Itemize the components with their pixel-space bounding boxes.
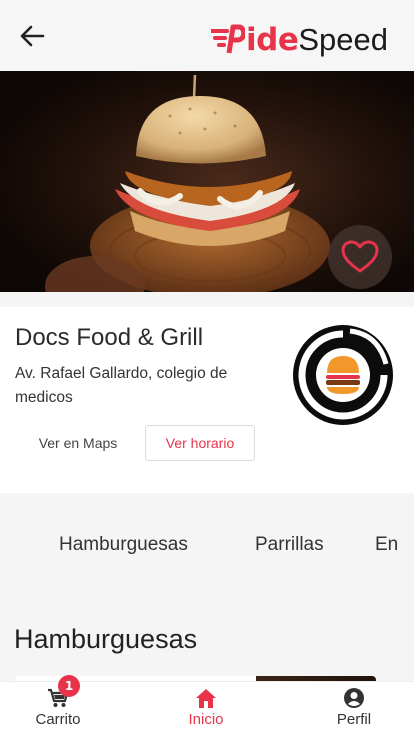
category-tab-parrillas[interactable]: Parrillas <box>255 534 324 556</box>
top-bar: ide Speed <box>0 0 414 71</box>
heart-icon <box>341 240 379 273</box>
category-tabs: Hamburguesas Parrillas En <box>0 520 414 574</box>
nav-home-label: Inicio <box>188 711 224 728</box>
bottom-navigation: Carrito 1 Inicio Perfil <box>0 675 414 739</box>
nav-profile[interactable]: Perfil <box>294 682 414 739</box>
nav-home[interactable]: Inicio <box>146 682 266 739</box>
view-maps-button[interactable]: Ver en Maps <box>20 425 136 461</box>
cart-count-badge: 1 <box>58 675 80 697</box>
brand-logo-icon <box>211 24 246 54</box>
home-icon <box>196 689 216 708</box>
back-arrow-icon <box>20 25 45 47</box>
nav-cart-label: Carrito <box>35 711 81 728</box>
restaurant-info-card: Docs Food & Grill Av. Rafael Gallardo, c… <box>0 307 414 493</box>
brand-name: Speed <box>298 22 388 57</box>
section-title: Hamburguesas <box>14 624 198 654</box>
restaurant-address: Av. Rafael Gallardo, colegio de medicos <box>15 365 228 406</box>
brand-logo: ide Speed <box>211 20 388 60</box>
nav-profile-label: Perfil <box>336 711 372 728</box>
nav-cart[interactable]: Carrito 1 <box>0 675 118 739</box>
category-tab-hamburguesas[interactable]: Hamburguesas <box>59 534 188 556</box>
back-button[interactable] <box>14 18 50 54</box>
category-tab-en[interactable]: En <box>375 534 398 556</box>
restaurant-logo <box>293 325 393 425</box>
profile-icon <box>344 688 364 708</box>
view-schedule-button[interactable]: Ver horario <box>145 425 255 461</box>
restaurant-name: Docs Food & Grill <box>15 324 204 351</box>
brand-name-accent: ide <box>246 22 299 58</box>
favorite-button[interactable] <box>328 225 392 289</box>
